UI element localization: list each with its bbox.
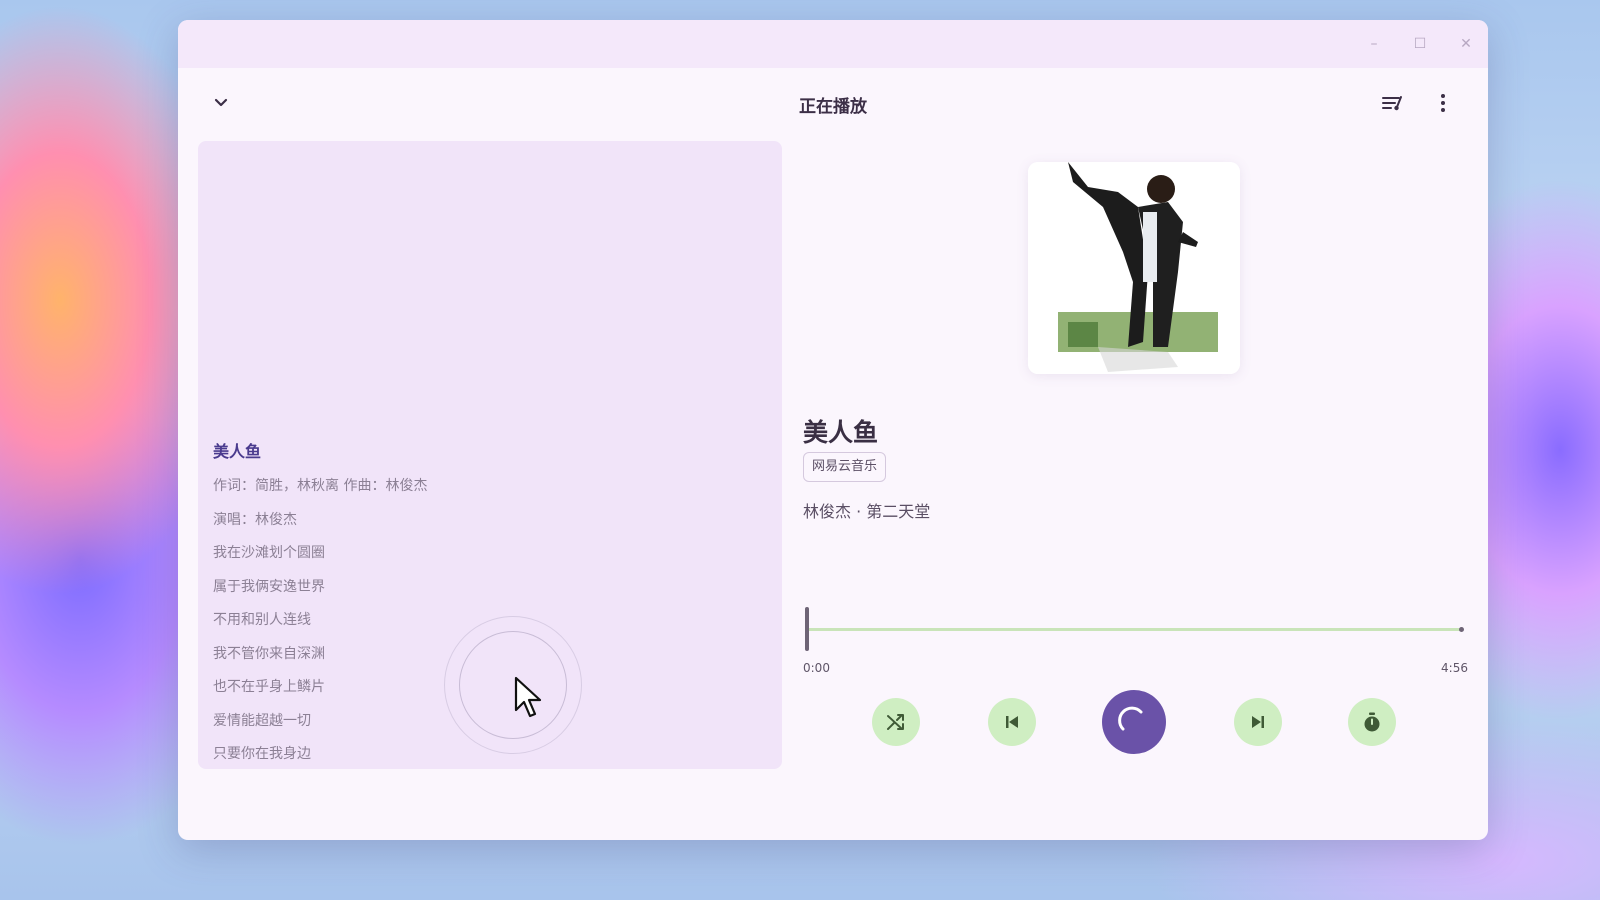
minimize-button[interactable]: – — [1364, 34, 1384, 54]
progress-slider[interactable] — [803, 607, 1468, 651]
lyrics-panel[interactable]: 美人鱼 作词：简胜，林秋离 作曲：林俊杰 演唱：林俊杰 我在沙滩划个圆圈 属于我… — [198, 141, 782, 769]
title-bar: – ☐ ✕ — [178, 20, 1488, 68]
album-art-image — [1028, 162, 1240, 374]
more-button[interactable] — [1430, 90, 1456, 116]
shuffle-button[interactable] — [872, 698, 920, 746]
lyric-line[interactable]: 爱情能超越一切 — [213, 711, 427, 745]
progress-end-dot — [1459, 627, 1464, 632]
lyric-line[interactable]: 演唱：林俊杰 — [213, 510, 427, 544]
lyric-line[interactable]: 作词：简胜，林秋离 作曲：林俊杰 — [213, 476, 427, 510]
skip-next-icon — [1252, 716, 1264, 728]
lyric-line[interactable]: 不用和别人连线 — [213, 610, 427, 644]
playlist-icon — [1382, 96, 1402, 111]
player-window: – ☐ ✕ 正在播放 美人鱼 作词：简胜，林秋离 作曲：林俊杰 演唱：林俊杰 我… — [178, 20, 1488, 840]
app-bar: 正在播放 — [178, 68, 1488, 138]
playlist-button[interactable] — [1380, 90, 1406, 116]
lyrics-title: 美人鱼 — [213, 442, 262, 461]
page-title: 正在播放 — [799, 97, 867, 117]
source-badge[interactable]: 网易云音乐 — [803, 452, 887, 482]
lyric-lines: 作词：简胜，林秋离 作曲：林俊杰 演唱：林俊杰 我在沙滩划个圆圈 属于我俩安逸世… — [213, 476, 427, 769]
progress-thumb[interactable] — [805, 607, 809, 651]
next-button[interactable] — [1234, 698, 1282, 746]
lyric-line[interactable]: 只要你在我身边 — [213, 744, 427, 769]
lyric-line[interactable]: 我在沙滩划个圆圈 — [213, 543, 427, 577]
shuffle-icon — [887, 714, 904, 730]
album-cover[interactable] — [1028, 162, 1240, 374]
lyric-line[interactable]: 也不在乎身上鳞片 — [213, 677, 427, 711]
timer-icon — [1364, 712, 1380, 732]
lyric-line[interactable]: 属于我俩安逸世界 — [213, 577, 427, 611]
close-button[interactable]: ✕ — [1456, 34, 1476, 54]
current-time: 0:00 — [803, 661, 830, 675]
maximize-button[interactable]: ☐ — [1410, 34, 1430, 54]
loading-spinner-icon — [1118, 706, 1143, 731]
skip-previous-icon — [1006, 716, 1018, 728]
progress-track — [807, 628, 1462, 631]
sleep-timer-button[interactable] — [1348, 698, 1396, 746]
total-time: 4:56 — [1441, 661, 1468, 675]
lyric-line[interactable]: 我不管你来自深渊 — [213, 644, 427, 678]
song-title: 美人鱼 — [803, 418, 879, 447]
play-pause-button[interactable] — [1102, 690, 1166, 754]
more-vertical-icon — [1441, 94, 1445, 112]
mouse-cursor-icon — [514, 676, 542, 718]
artist-album[interactable]: 林俊杰 · 第二天堂 — [803, 498, 930, 522]
previous-button[interactable] — [988, 698, 1036, 746]
